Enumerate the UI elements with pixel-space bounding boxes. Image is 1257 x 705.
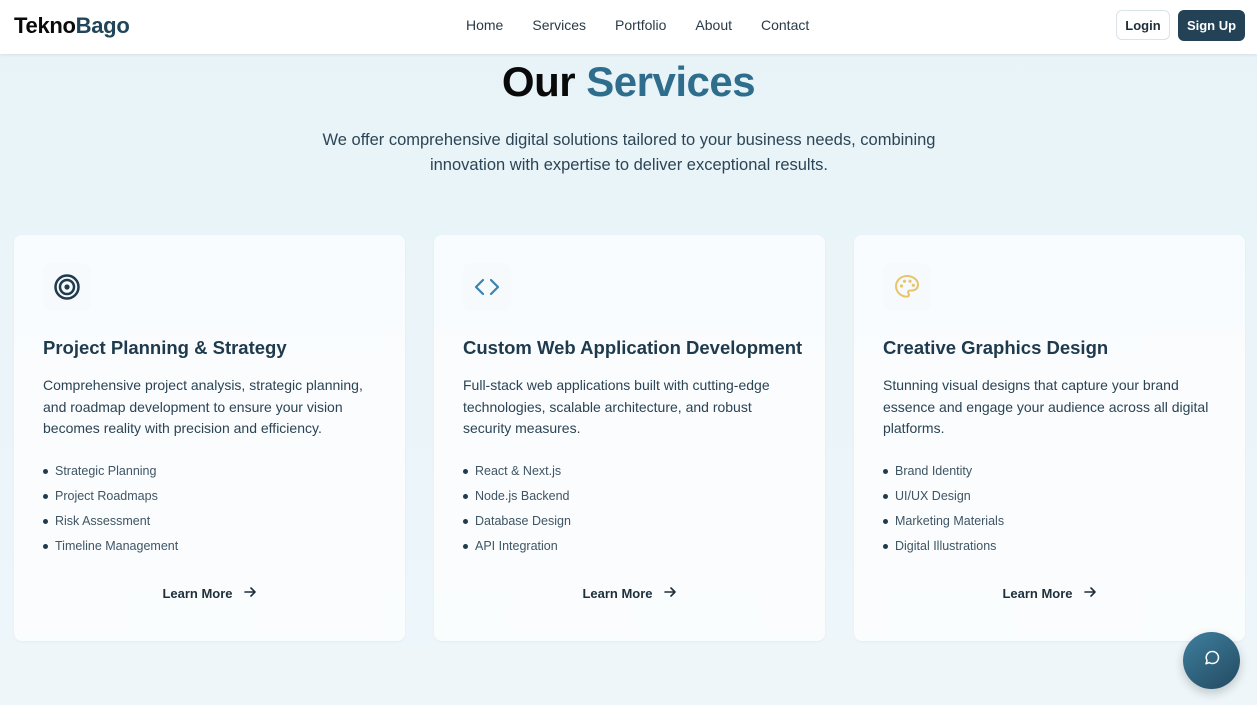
main-nav: Home Services Portfolio About Contact bbox=[466, 17, 838, 33]
service-card-planning: Project Planning & Strategy Comprehensiv… bbox=[14, 235, 405, 641]
palette-icon bbox=[883, 263, 931, 311]
chat-button[interactable] bbox=[1183, 632, 1240, 689]
login-button[interactable]: Login bbox=[1116, 10, 1170, 40]
feature-item: Project Roadmaps bbox=[43, 486, 178, 511]
arrow-right-icon bbox=[1083, 585, 1097, 602]
nav-services[interactable]: Services bbox=[532, 17, 586, 33]
card-description: Comprehensive project analysis, strategi… bbox=[43, 377, 363, 436]
learn-more-label: Learn More bbox=[1002, 586, 1073, 601]
feature-list: Strategic Planning Project Roadmaps Risk… bbox=[43, 461, 178, 561]
feature-item: Node.js Backend bbox=[463, 486, 571, 511]
feature-list: React & Next.js Node.js Backend Database… bbox=[463, 461, 571, 561]
nav-about[interactable]: About bbox=[695, 17, 732, 33]
card-description: Stunning visual designs that capture you… bbox=[883, 377, 1209, 436]
feature-item: React & Next.js bbox=[463, 461, 571, 486]
feature-list: Brand Identity UI/UX Design Marketing Ma… bbox=[883, 461, 1004, 561]
service-card-web-dev: Custom Web Application Development Full-… bbox=[434, 235, 825, 641]
code-icon bbox=[463, 263, 511, 311]
section-subtitle: We offer comprehensive digital solutions… bbox=[322, 131, 936, 174]
card-title: Project Planning & Strategy bbox=[43, 337, 287, 358]
feature-item: Digital Illustrations bbox=[883, 536, 1004, 561]
learn-more-link[interactable]: Learn More bbox=[14, 585, 405, 602]
card-title: Creative Graphics Design bbox=[883, 337, 1109, 358]
section-title: Our Services bbox=[0, 58, 1257, 106]
service-card-graphics: Creative Graphics Design Stunning visual… bbox=[854, 235, 1245, 641]
navbar: TeknoBago Home Services Portfolio About … bbox=[0, 0, 1257, 54]
chat-icon bbox=[1203, 649, 1221, 672]
arrow-right-icon bbox=[243, 585, 257, 602]
brand-logo[interactable]: TeknoBago bbox=[14, 13, 130, 39]
signup-button[interactable]: Sign Up bbox=[1178, 10, 1245, 41]
learn-more-label: Learn More bbox=[162, 586, 233, 601]
brand-part-2: Bago bbox=[75, 13, 130, 38]
nav-portfolio[interactable]: Portfolio bbox=[615, 17, 666, 33]
target-icon bbox=[43, 263, 91, 311]
learn-more-link[interactable]: Learn More bbox=[434, 585, 825, 602]
learn-more-label: Learn More bbox=[582, 586, 653, 601]
arrow-right-icon bbox=[663, 585, 677, 602]
learn-more-link[interactable]: Learn More bbox=[854, 585, 1245, 602]
section-title-part-1: Our bbox=[501, 58, 576, 105]
feature-item: Risk Assessment bbox=[43, 511, 178, 536]
feature-item: Timeline Management bbox=[43, 536, 178, 561]
feature-item: Strategic Planning bbox=[43, 461, 178, 486]
feature-item: Brand Identity bbox=[883, 461, 1004, 486]
card-title: Custom Web Application Development bbox=[463, 337, 803, 358]
feature-item: API Integration bbox=[463, 536, 571, 561]
feature-item: Marketing Materials bbox=[883, 511, 1004, 536]
feature-item: Database Design bbox=[463, 511, 571, 536]
nav-contact[interactable]: Contact bbox=[761, 17, 809, 33]
nav-home[interactable]: Home bbox=[466, 17, 503, 33]
card-description: Full-stack web applications built with c… bbox=[463, 377, 770, 436]
feature-item: UI/UX Design bbox=[883, 486, 1004, 511]
section-title-part-2: Services bbox=[586, 58, 756, 105]
brand-part-1: Tekno bbox=[14, 13, 76, 38]
